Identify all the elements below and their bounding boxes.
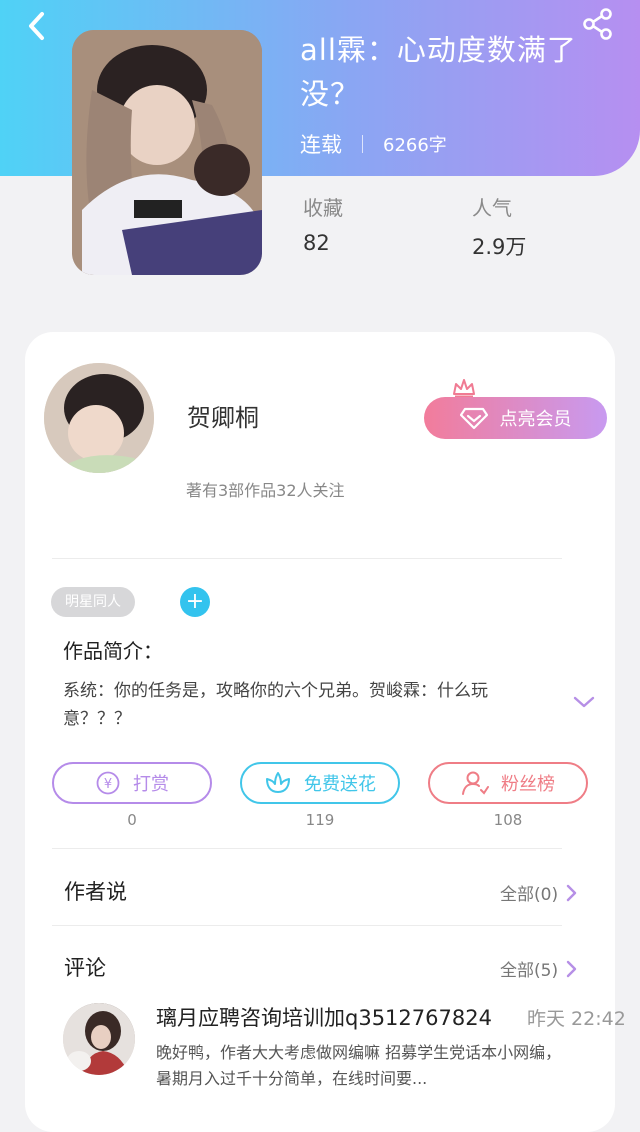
favorites-label: 收藏 (303, 196, 343, 220)
favorites-value: 82 (303, 231, 330, 255)
tip-count: 0 (127, 811, 137, 829)
comments-more-label: 全部(5) (500, 961, 559, 981)
book-title: all霖：心动度数满了没？ (300, 33, 577, 111)
serial-status-label: 连载 (300, 133, 342, 157)
author-name[interactable]: 贺卿桐 (187, 398, 259, 433)
popularity-label: 人气 (472, 196, 512, 220)
intro-text: 系统：你的任务是，攻略你的六个兄弟。贺峻霖：什么玩意？？？ (63, 681, 488, 729)
activate-vip-button[interactable]: 点亮会员 (424, 397, 607, 439)
favorites-stat: 收藏 82 (303, 192, 343, 255)
chevron-down-icon (573, 696, 595, 708)
add-tag-button[interactable]: + (180, 587, 210, 617)
genre-tag[interactable]: 明星同人 (51, 587, 135, 617)
fan-ranking-button[interactable]: 粉丝榜 (428, 762, 588, 804)
tip-button-label: 打赏 (133, 774, 169, 795)
word-count: 6266字 (383, 135, 447, 156)
intro-title: 作品简介： (63, 639, 163, 663)
yuan-icon: ¥ (96, 771, 120, 795)
fan-count: 108 (493, 811, 523, 829)
back-button[interactable] (20, 8, 56, 44)
divider (52, 925, 562, 926)
divider (52, 848, 562, 849)
book-status-row: 连载 6266字 (300, 128, 447, 160)
comment-timestamp: 昨天 22:42 (527, 1008, 626, 1030)
fans-icon (462, 771, 489, 795)
crown-icon (452, 378, 476, 398)
back-arrow-icon (29, 12, 44, 40)
chevron-right-icon (566, 884, 577, 901)
fan-ranking-label: 粉丝榜 (501, 774, 555, 795)
comments-title: 评论 (64, 956, 106, 980)
author-says-more-link[interactable]: 全部(0) (500, 880, 578, 905)
expand-intro-button[interactable] (572, 692, 596, 712)
cover-illustration (72, 30, 262, 275)
send-flower-label: 免费送花 (304, 774, 376, 795)
send-flower-button[interactable]: 免费送花 (240, 762, 400, 804)
author-says-title: 作者说 (64, 880, 127, 904)
book-cover-image[interactable] (72, 30, 262, 275)
commenter-avatar-image (63, 1003, 135, 1075)
divider (52, 558, 562, 559)
popularity-value: 2.9万 (472, 235, 527, 259)
vip-button-label: 点亮会员 (499, 409, 572, 429)
author-avatar[interactable] (44, 363, 154, 473)
plus-icon: + (185, 589, 205, 614)
popularity-stat: 人气 2.9万 (472, 192, 526, 261)
flower-count: 119 (305, 811, 335, 829)
commenter-name[interactable]: 璃月应聘咨询培训加q3512767824 (156, 1002, 492, 1032)
author-avatar-image (44, 363, 154, 473)
comment-text[interactable]: 晚好鸭，作者大大考虑做网编嘛 招募学生党话本小网编，暑期月入过千十分简单，在线时… (156, 1040, 576, 1092)
status-separator (362, 135, 363, 153)
author-says-more-label: 全部(0) (500, 885, 559, 905)
diamond-icon (459, 407, 488, 430)
commenter-avatar[interactable] (63, 1003, 135, 1075)
flower-icon (266, 772, 290, 793)
chevron-right-icon (566, 960, 577, 977)
svg-text:¥: ¥ (104, 777, 112, 792)
author-meta: 著有3部作品32人关注 (186, 481, 345, 500)
tip-button[interactable]: ¥ 打赏 (52, 762, 212, 804)
comments-more-link[interactable]: 全部(5) (500, 956, 578, 981)
